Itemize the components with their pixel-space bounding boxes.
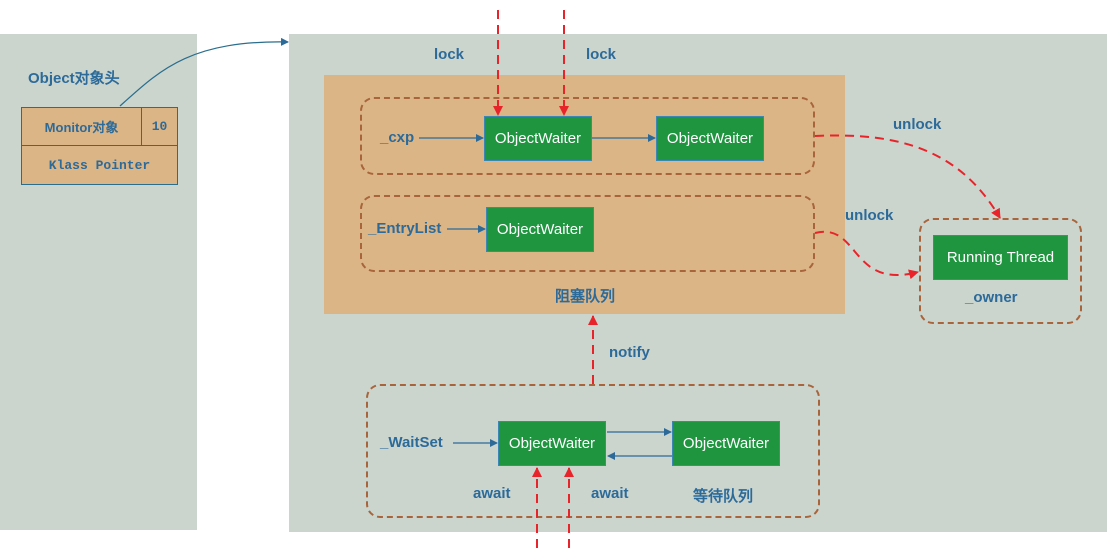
header-to-monitor-arrow (119, 37, 289, 107)
unlock-arrow-2 (814, 230, 919, 280)
arrows-layer (119, 10, 1001, 548)
unlock-arrow-1 (814, 134, 1001, 219)
